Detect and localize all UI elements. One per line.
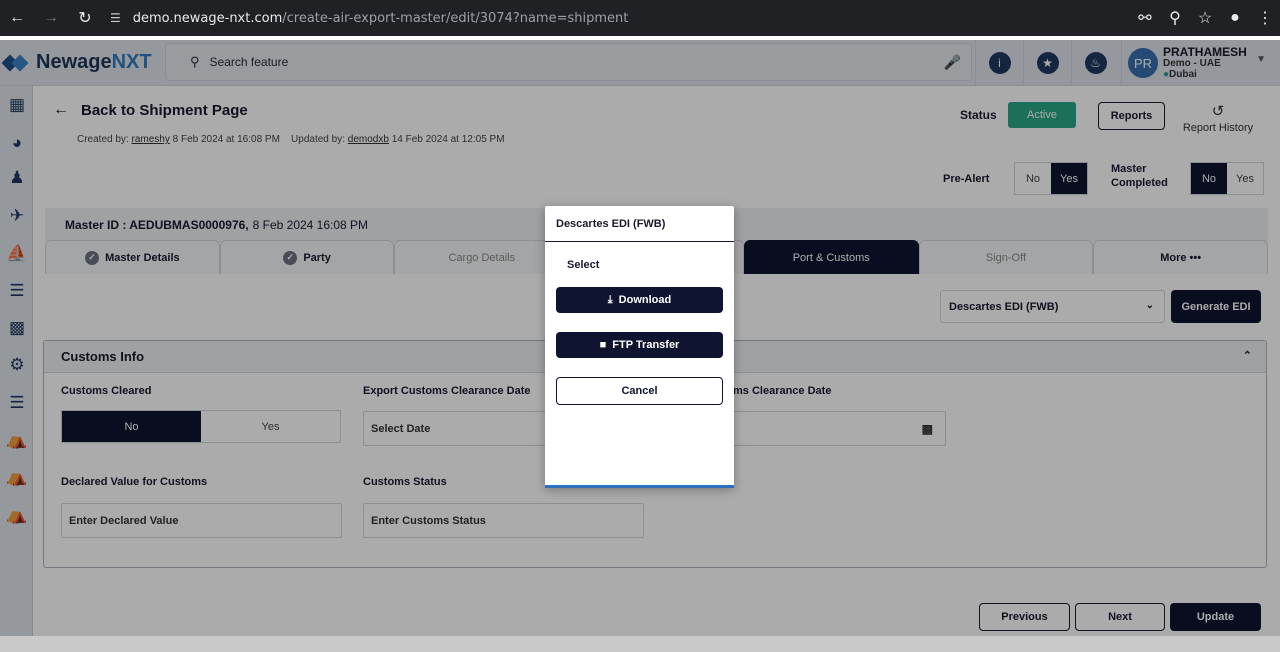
kebab-menu-icon[interactable]: ⋮ bbox=[1250, 0, 1280, 36]
modal-title: Descartes EDI (FWB) bbox=[545, 206, 734, 242]
forward-arrow-icon[interactable]: → bbox=[34, 0, 68, 36]
star-icon[interactable]: ☆ bbox=[1190, 0, 1220, 36]
modal-subtitle: Select bbox=[567, 259, 600, 271]
ftp-transfer-button[interactable]: ■ FTP Transfer bbox=[556, 332, 723, 358]
ftp-transfer-label: FTP Transfer bbox=[612, 339, 680, 351]
bottom-strip bbox=[0, 636, 1280, 652]
modal-bottom-bar bbox=[545, 485, 734, 488]
edi-modal: Descartes EDI (FWB) Select ⤓ Download ■ … bbox=[545, 206, 734, 488]
reload-icon[interactable]: ↻ bbox=[68, 0, 102, 36]
download-button[interactable]: ⤓ Download bbox=[556, 287, 723, 313]
download-icon: ⤓ bbox=[607, 293, 613, 306]
download-label: Download bbox=[618, 294, 672, 306]
profile-icon[interactable]: ● bbox=[1220, 0, 1250, 36]
url-path: /create-air-export-master/edit/3074?name… bbox=[282, 10, 629, 26]
key-icon[interactable]: ⚯ bbox=[1130, 0, 1160, 36]
cancel-button[interactable]: Cancel bbox=[556, 377, 723, 405]
url-host: demo.newage-nxt.com bbox=[132, 10, 283, 26]
back-arrow-icon[interactable]: ← bbox=[0, 0, 34, 36]
site-info-icon[interactable]: ☰ bbox=[110, 11, 121, 25]
zoom-icon[interactable]: ⚲ bbox=[1160, 0, 1190, 36]
browser-toolbar: ← → ↻ ☰ demo.newage-nxt.com /create-air-… bbox=[0, 0, 1280, 36]
address-bar[interactable]: ☰ demo.newage-nxt.com /create-air-export… bbox=[110, 11, 628, 26]
folder-icon: ■ bbox=[599, 339, 607, 351]
